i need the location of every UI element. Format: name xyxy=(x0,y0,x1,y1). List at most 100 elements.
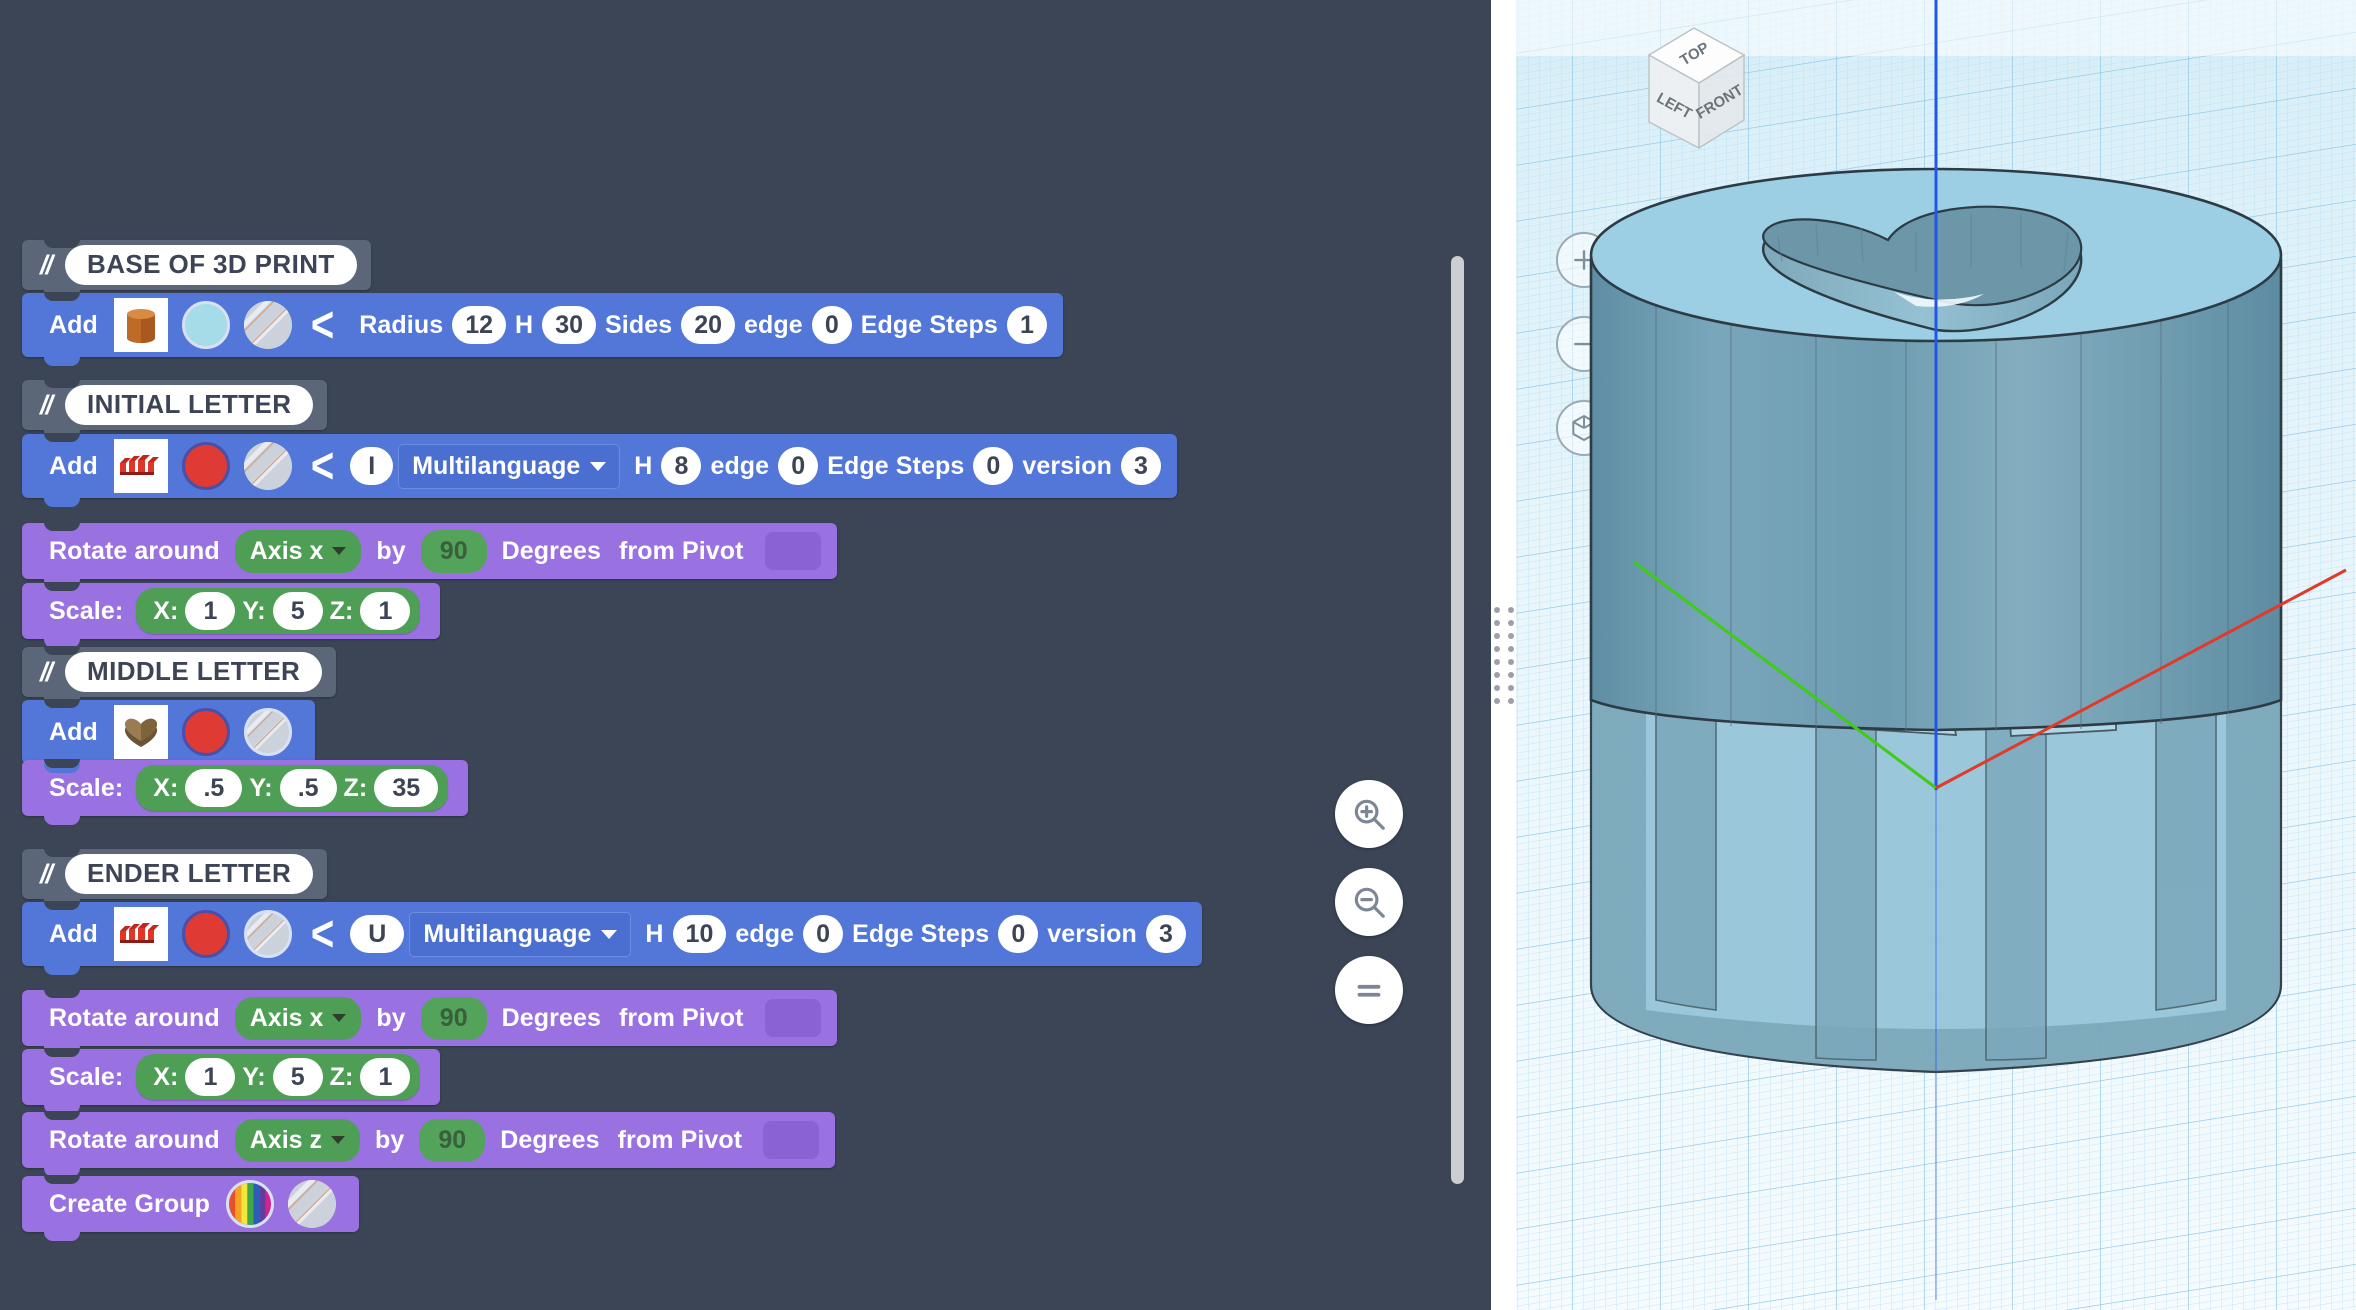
red-color-swatch[interactable] xyxy=(181,708,230,756)
hatch-pattern-swatch[interactable] xyxy=(243,442,292,490)
scale-z-input[interactable]: 35 xyxy=(374,768,439,808)
collapse-chevron-icon[interactable]: < xyxy=(299,909,350,959)
workspace-scrollbar[interactable] xyxy=(1451,256,1464,1184)
edge-input[interactable]: 0 xyxy=(778,446,819,486)
height-input[interactable]: 30 xyxy=(542,305,596,345)
chevron-down-icon xyxy=(332,547,347,555)
letter-input[interactable]: U xyxy=(350,914,405,954)
scale-x-input[interactable]: .5 xyxy=(185,768,243,808)
letter-input[interactable]: I xyxy=(350,446,394,486)
cylinder-thumbnail[interactable] xyxy=(113,298,168,352)
text-3d-thumbnail[interactable] xyxy=(113,907,168,961)
comment-text-field[interactable]: BASE OF 3D PRINT xyxy=(65,245,357,285)
scale-z-input[interactable]: 1 xyxy=(360,1057,411,1097)
hatch-pattern-swatch[interactable] xyxy=(243,301,292,349)
drag-grip-dots[interactable] xyxy=(1493,606,1514,704)
add-initial-letter-block[interactable]: Add < I Multilanguage H 8 edge 0 Edge St… xyxy=(22,433,1177,507)
comment-text-field[interactable]: INITIAL LETTER xyxy=(65,385,314,425)
red-color-swatch[interactable] xyxy=(181,442,230,490)
rotate-block-2[interactable]: Rotate around Axis x by 90 Degrees from … xyxy=(22,989,837,1055)
edge-steps-input[interactable]: 1 xyxy=(1006,305,1047,345)
workspace-zoom-reset-button[interactable] xyxy=(1335,956,1403,1024)
scale-x-label: X: xyxy=(153,596,179,625)
from-pivot-label: from Pivot xyxy=(618,536,744,565)
rotate-block-3[interactable]: Rotate around Axis z by 90 Degrees from … xyxy=(22,1111,836,1177)
scale-label: Scale: xyxy=(49,1062,124,1091)
comment-initial-letter[interactable]: // INITIAL LETTER xyxy=(22,379,328,439)
version-label: version xyxy=(1022,451,1112,480)
scale-block-2[interactable]: Scale: X: .5 Y: .5 Z: 35 xyxy=(22,759,469,825)
red-color-swatch[interactable] xyxy=(181,910,230,958)
degrees-input[interactable]: 90 xyxy=(420,996,487,1040)
comment-text-field[interactable]: MIDDLE LETTER xyxy=(65,652,323,692)
cylinder-with-heart-cutout-model[interactable] xyxy=(1516,0,2356,1310)
chevron-down-icon xyxy=(332,1014,347,1022)
scale-block-1[interactable]: Scale: X: 1 Y: 5 Z: 1 xyxy=(22,582,441,648)
chevron-down-icon xyxy=(331,1136,346,1144)
scale-x-label: X: xyxy=(153,773,179,802)
scale-x-input[interactable]: 1 xyxy=(185,591,236,631)
3d-viewport[interactable]: TOP LEFT FRONT xyxy=(1516,0,2356,1310)
rotate-around-label: Rotate around xyxy=(49,1125,220,1154)
comment-base-of-3d-print[interactable]: // BASE OF 3D PRINT xyxy=(22,239,371,299)
axis-dropdown[interactable]: Axis z xyxy=(234,1118,361,1162)
edge-steps-input[interactable]: 0 xyxy=(973,446,1014,486)
radius-input[interactable]: 12 xyxy=(452,305,507,345)
font-dropdown-label: Multilanguage xyxy=(423,919,592,948)
heart-thumbnail[interactable] xyxy=(113,705,168,759)
edge-steps-input[interactable]: 0 xyxy=(998,914,1039,954)
font-dropdown[interactable]: Multilanguage xyxy=(409,911,632,957)
collapse-chevron-icon[interactable]: < xyxy=(299,300,350,350)
from-pivot-label: from Pivot xyxy=(617,1125,743,1154)
comment-middle-letter[interactable]: // MIDDLE LETTER xyxy=(22,646,337,706)
cyan-color-swatch[interactable] xyxy=(181,301,230,349)
add-cylinder-block[interactable]: Add < Radius 12 H 30 Sides 20 edge 0 Edg… xyxy=(22,292,1063,366)
height-input[interactable]: 10 xyxy=(672,914,727,954)
hatch-pattern-swatch[interactable] xyxy=(287,1180,336,1228)
comment-text-field[interactable]: ENDER LETTER xyxy=(65,854,314,894)
blockly-workspace[interactable]: // BASE OF 3D PRINT Add < Radius 12 H 30… xyxy=(0,0,1491,1310)
pivot-socket[interactable] xyxy=(764,999,821,1037)
text-3d-thumbnail[interactable] xyxy=(113,439,168,493)
axis-dropdown-label: Axis x xyxy=(249,1003,324,1032)
scale-block-3[interactable]: Scale: X: 1 Y: 5 Z: 1 xyxy=(22,1048,441,1114)
workspace-zoom-in-button[interactable] xyxy=(1335,780,1403,848)
add-label: Add xyxy=(49,919,98,948)
scale-y-input[interactable]: 5 xyxy=(272,591,323,631)
rainbow-color-swatch[interactable] xyxy=(225,1180,274,1228)
degrees-input[interactable]: 90 xyxy=(419,1118,486,1162)
degrees-input[interactable]: 90 xyxy=(420,529,487,573)
add-middle-letter-block[interactable]: Add xyxy=(22,699,315,773)
axis-dropdown[interactable]: Axis x xyxy=(234,996,362,1040)
hatch-pattern-swatch[interactable] xyxy=(243,708,292,756)
axis-dropdown[interactable]: Axis x xyxy=(234,529,362,573)
pivot-socket[interactable] xyxy=(764,532,821,570)
scale-y-input[interactable]: 5 xyxy=(272,1057,323,1097)
pivot-socket[interactable] xyxy=(763,1121,820,1159)
radius-label: Radius xyxy=(359,310,444,339)
axis-dropdown-label: Axis x xyxy=(249,536,324,565)
rotate-block-1[interactable]: Rotate around Axis x by 90 Degrees from … xyxy=(22,522,837,588)
version-input[interactable]: 3 xyxy=(1120,446,1161,486)
scale-values-group: X: 1 Y: 5 Z: 1 xyxy=(136,1053,421,1101)
edge-steps-label: Edge Steps xyxy=(860,310,998,339)
panel-splitter[interactable] xyxy=(1491,0,1516,1310)
comment-ender-letter[interactable]: // ENDER LETTER xyxy=(22,848,328,908)
font-dropdown[interactable]: Multilanguage xyxy=(398,443,621,489)
collapse-chevron-icon[interactable]: < xyxy=(299,441,350,491)
version-input[interactable]: 3 xyxy=(1145,914,1186,954)
edge-input[interactable]: 0 xyxy=(811,305,852,345)
font-dropdown-label: Multilanguage xyxy=(412,451,581,480)
workspace-zoom-out-button[interactable] xyxy=(1335,868,1403,936)
scale-y-input[interactable]: .5 xyxy=(279,768,337,808)
edge-input[interactable]: 0 xyxy=(803,914,844,954)
height-input[interactable]: 8 xyxy=(661,446,702,486)
scale-x-input[interactable]: 1 xyxy=(185,1057,236,1097)
by-label: by xyxy=(375,1125,405,1154)
degrees-label: Degrees xyxy=(501,1003,601,1032)
add-ender-letter-block[interactable]: Add < U Multilanguage H 10 edge 0 Edge S… xyxy=(22,901,1202,975)
hatch-pattern-swatch[interactable] xyxy=(243,910,292,958)
sides-input[interactable]: 20 xyxy=(681,305,736,345)
create-group-block[interactable]: Create Group xyxy=(22,1175,359,1241)
scale-z-input[interactable]: 1 xyxy=(360,591,411,631)
